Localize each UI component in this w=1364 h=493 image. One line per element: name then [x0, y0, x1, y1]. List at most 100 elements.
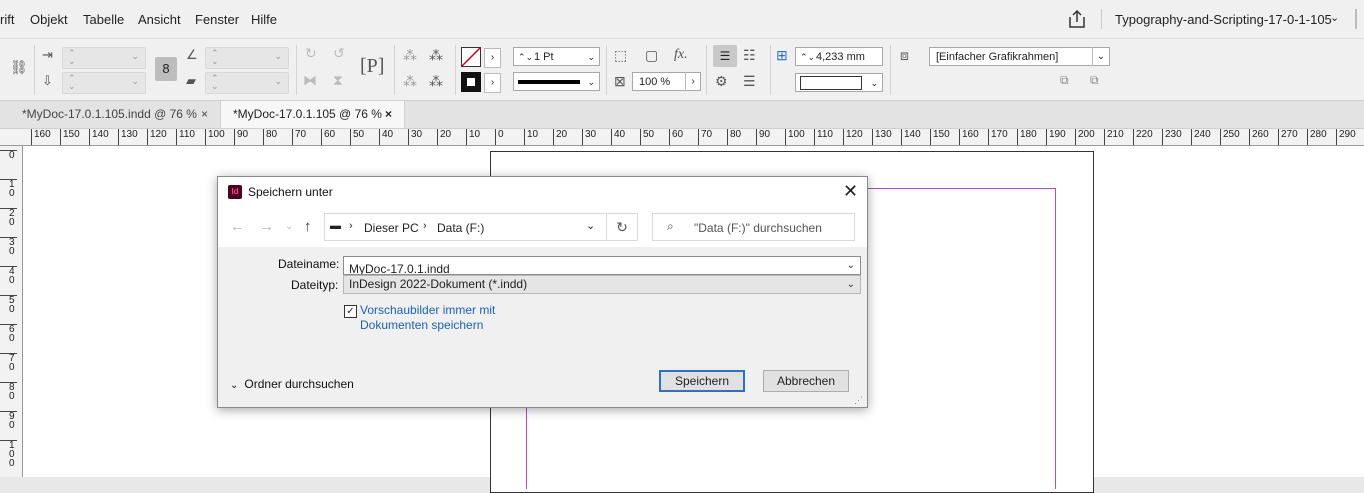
rotate-angle-icon: ∠: [186, 47, 198, 62]
menu-objekt[interactable]: Objekt: [30, 12, 68, 27]
close-icon[interactable]: ×: [385, 101, 392, 128]
baseline-icon[interactable]: ⇩: [42, 73, 53, 89]
rotate-cw-icon[interactable]: ↻: [305, 45, 317, 62]
dialog-titlebar[interactable]: Id Speichern unter ✕: [218, 177, 867, 207]
object-style-select[interactable]: [Einfacher Grafikrahmen] ⌄: [929, 47, 1110, 66]
chevron-down-icon[interactable]: ⌄: [1330, 11, 1339, 24]
ruler-tick-label: 70: [0, 353, 17, 373]
ruler-tick-label: 30: [408, 129, 422, 145]
refresh-icon[interactable]: ↻: [607, 213, 638, 241]
vertical-ruler[interactable]: 0 10 20 30 40 50 60 70 80 90 100: [0, 146, 23, 477]
rotation-field[interactable]: ⌃ ⌄ ⌄: [205, 47, 289, 69]
flip-horizontal-icon[interactable]: ⧓: [303, 72, 317, 89]
preview-checkbox-label[interactable]: Vorschaubilder immer mit Dokumenten spei…: [360, 303, 500, 333]
drop-shadow-icon[interactable]: ▢: [645, 47, 658, 64]
ruler-tick-label: 120: [147, 129, 167, 145]
stroke-type-field[interactable]: ⌄: [513, 72, 600, 91]
y-position-field[interactable]: ⌃ ⌄ ⌄: [62, 72, 146, 94]
reference-point-icon[interactable]: [P]: [360, 55, 384, 78]
chevron-down-icon[interactable]: ⌄: [586, 219, 595, 232]
ruler-tick-label: 40: [379, 129, 393, 145]
ruler-tick-label: 250: [1220, 129, 1240, 145]
ruler-tick-label: 170: [988, 129, 1008, 145]
text-wrap-icon[interactable]: ⇥: [42, 47, 53, 63]
up-arrow-icon[interactable]: ↑: [304, 218, 312, 235]
shear-field[interactable]: ⌃ ⌄ ⌄: [205, 72, 289, 94]
close-icon[interactable]: ×: [201, 101, 208, 128]
rotate-ccw-icon[interactable]: ↺: [333, 45, 345, 62]
unlink-icon[interactable]: ⛓: [10, 59, 28, 76]
stroke-weight-field[interactable]: ⌃⌄ 1 Pt ⌄: [513, 47, 600, 66]
filename-input[interactable]: MyDoc-17.0.1.indd ⌄: [343, 256, 861, 275]
align-text-icon[interactable]: ☰: [713, 45, 737, 67]
search-input[interactable]: ⌕ "Data (F:)" durchsuchen: [652, 213, 855, 241]
select-content-icon[interactable]: ⁂: [403, 73, 417, 90]
select-container-icon[interactable]: ⁂: [403, 47, 417, 64]
close-icon[interactable]: ✕: [843, 181, 858, 202]
save-button[interactable]: Speichern: [659, 370, 745, 392]
chevron-down-icon[interactable]: ⌄: [847, 276, 855, 293]
ruler-tick-label: 160: [31, 129, 51, 145]
menu-tabelle[interactable]: Tabelle: [83, 12, 124, 27]
ruler-tick-label: 30: [582, 129, 596, 145]
select-previous-icon[interactable]: ⁂: [429, 73, 443, 90]
ruler-tick-label: 10: [466, 129, 480, 145]
cancel-button[interactable]: Abbrechen: [763, 370, 849, 392]
stroke-swatch[interactable]: [461, 72, 481, 92]
workspace-switcher[interactable]: Typography-and-Scripting-17-0-1-105: [1115, 12, 1332, 27]
menu-hilfe[interactable]: Hilfe: [251, 12, 277, 27]
breadcrumb-drive-f[interactable]: Data (F:): [437, 221, 484, 235]
recent-locations-chevron-icon[interactable]: ⌄: [285, 221, 293, 232]
breadcrumb-this-pc[interactable]: Dieser PC: [364, 221, 419, 235]
control-panel: ⛓ ⇥ ⇩ ⌃ ⌄ ⌄ ⌃ ⌄ ⌄ 8 ∠ ▰ ⌃ ⌄ ⌄ ⌃ ⌄ ⌄ ↻ ↺ ⧓ ⧗ [P] …: [0, 39, 1364, 101]
menu-fenster[interactable]: Fenster: [195, 12, 239, 27]
stroke-menu-button[interactable]: ›: [484, 73, 501, 93]
browse-folders-toggle[interactable]: ⌄ Ordner durchsuchen: [230, 377, 354, 391]
resize-grip-icon[interactable]: ⋰: [854, 395, 863, 406]
fill-none-swatch[interactable]: [461, 47, 481, 67]
ruler-tick-label: 90: [234, 129, 248, 145]
clear-overrides-icon[interactable]: ⧉: [1060, 73, 1069, 88]
address-bar[interactable]: ▬ › Dieser PC › Data (F:) ⌄: [324, 213, 607, 241]
ruler-tick-label: 200: [1075, 129, 1095, 145]
ruler-tick-label: 150: [930, 129, 950, 145]
separator: [394, 45, 395, 95]
flip-vertical-icon[interactable]: ⧗: [333, 72, 343, 89]
chevron-down-icon[interactable]: ⌄: [847, 257, 855, 274]
menu-schrift[interactable]: rift: [0, 12, 14, 27]
back-arrow-icon[interactable]: ←: [230, 218, 245, 235]
gap-field[interactable]: ⌃⌄ 4,233 mm: [795, 47, 883, 66]
constrain-proportions-icon[interactable]: 8: [155, 57, 177, 81]
ruler-tick-label: 140: [901, 129, 921, 145]
filetype-select[interactable]: InDesign 2022-Dokument (*.indd) ⌄: [343, 275, 861, 294]
ruler-tick-label: 50: [0, 295, 17, 315]
stroke-style-field[interactable]: ⌄: [795, 73, 883, 92]
break-link-style-icon[interactable]: ⧉: [1090, 73, 1099, 88]
fill-menu-button[interactable]: ›: [484, 48, 501, 68]
ruler-tick-label: 150: [60, 129, 80, 145]
ruler-tick-label: 20: [437, 129, 451, 145]
ruler-tick-label: 130: [118, 129, 138, 145]
chevron-right-icon: ›: [349, 220, 353, 232]
x-position-field[interactable]: ⌃ ⌄ ⌄: [62, 47, 146, 69]
select-next-icon[interactable]: ⁂: [429, 47, 443, 64]
wrap-around-icon[interactable]: ☷: [743, 47, 756, 64]
ruler-tick-label: 210: [1104, 129, 1124, 145]
ruler-tick-label: 80: [727, 129, 741, 145]
opacity-field[interactable]: 100 % ›: [632, 72, 701, 91]
frame-fitting-icon[interactable]: ⬚: [614, 47, 627, 64]
ruler-tick-label: 120: [843, 129, 863, 145]
tab-document-1[interactable]: *MyDoc-17.0.1.105.indd @ 76 % ×: [10, 101, 220, 128]
ruler-tick-label: 10: [0, 179, 17, 199]
wrap-jump-icon[interactable]: ☰: [743, 73, 756, 90]
text-wrap-shape-icon[interactable]: ⚙: [715, 73, 728, 90]
tab-document-2-active[interactable]: *MyDoc-17.0.1.105 @ 76 % ×: [220, 101, 405, 128]
effects-fx-icon[interactable]: fx.: [674, 47, 688, 63]
chevron-down-icon: ⌄: [230, 380, 239, 391]
menu-ansicht[interactable]: Ansicht: [138, 12, 181, 27]
ruler-tick-label: 20: [0, 208, 17, 228]
forward-arrow-icon[interactable]: →: [259, 218, 274, 235]
horizontal-ruler[interactable]: 160 150 140 130 120 110 100 90 80 70 60 50 40 30 20 10 0…: [0, 129, 1364, 146]
preview-checkbox[interactable]: ✓: [344, 305, 357, 318]
share-icon[interactable]: [1068, 9, 1086, 29]
